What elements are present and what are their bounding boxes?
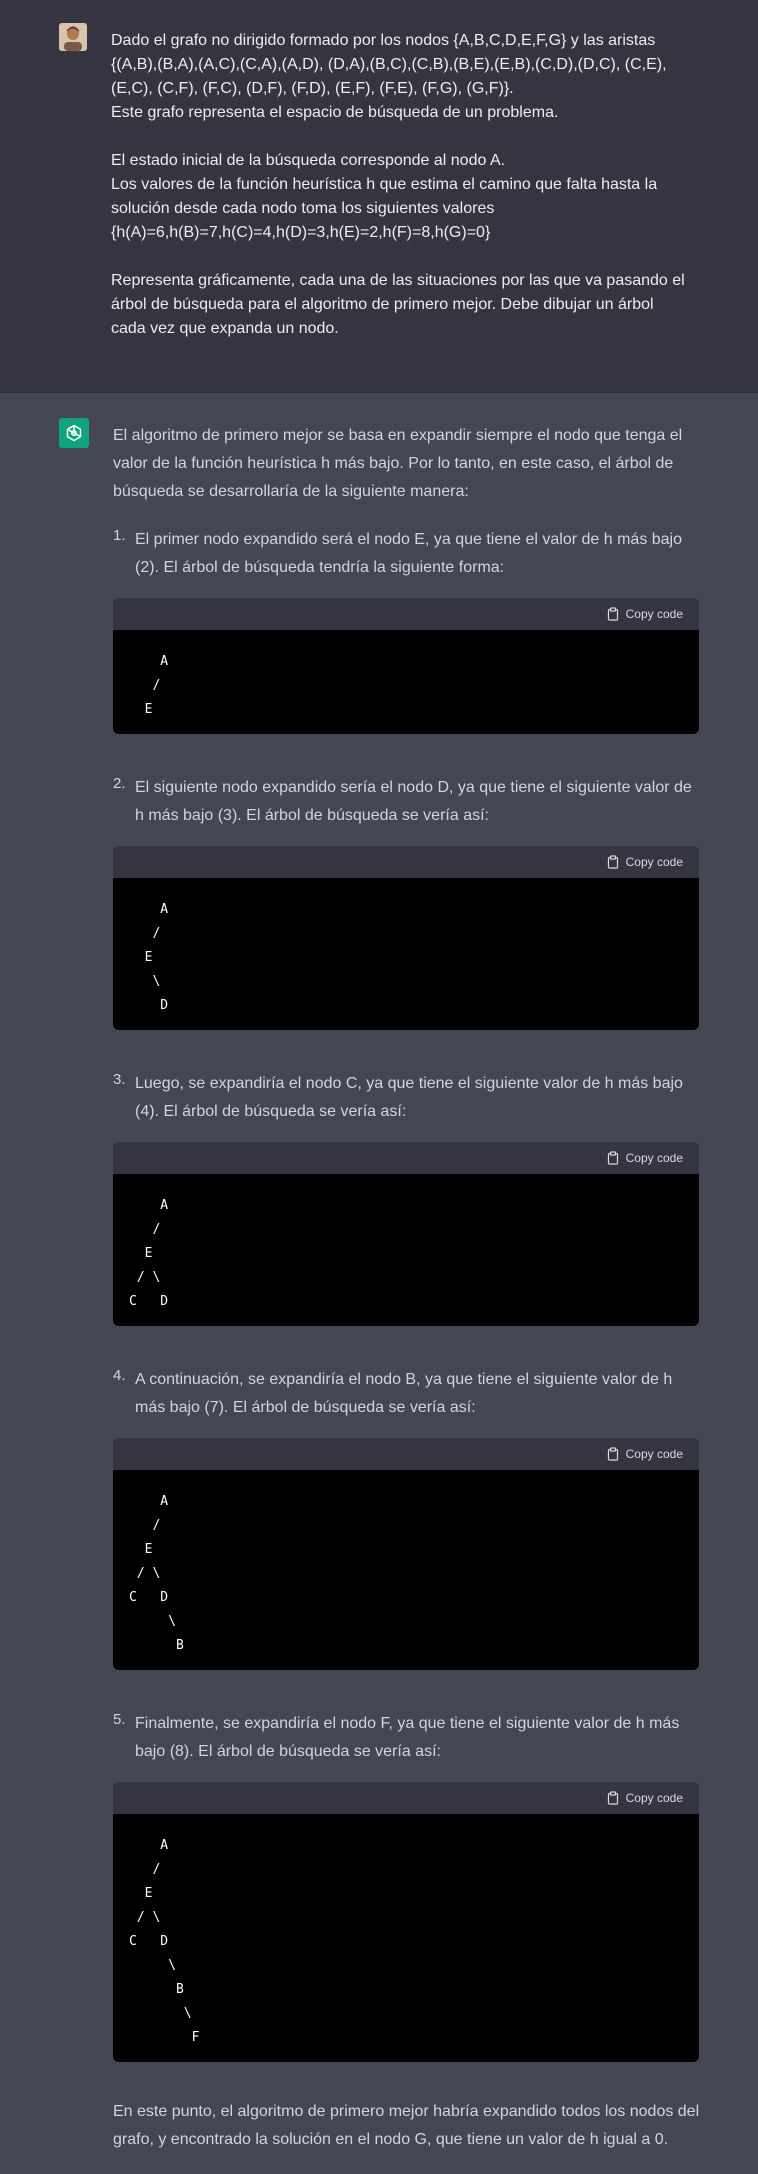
step-number: 1.	[113, 527, 126, 544]
clipboard-icon	[606, 1151, 620, 1165]
clipboard-icon	[606, 607, 620, 621]
user-avatar	[59, 23, 87, 51]
copy-code-button[interactable]: Copy code	[606, 848, 683, 876]
code-header: Copy code	[113, 1142, 699, 1174]
code-block: Copy code A / E / \ C D	[113, 1142, 699, 1326]
step-text: El siguiente nodo expandido sería el nod…	[135, 779, 692, 824]
step-item: 3. Luego, se expandiría el nodo C, ya qu…	[113, 1070, 700, 1326]
copy-code-label: Copy code	[625, 1151, 683, 1165]
assistant-message-text: El algoritmo de primero mejor se basa en…	[113, 422, 700, 2154]
chatgpt-logo-icon	[59, 418, 89, 448]
step-item: 2. El siguiente nodo expandido sería el …	[113, 774, 700, 1030]
copy-code-button[interactable]: Copy code	[606, 1144, 683, 1172]
copy-code-button[interactable]: Copy code	[606, 1440, 683, 1468]
step-number: 5.	[113, 1711, 126, 1728]
code-header: Copy code	[113, 846, 699, 878]
copy-code-label: Copy code	[625, 607, 683, 621]
user-photo-icon	[59, 23, 87, 51]
assistant-intro: El algoritmo de primero mejor se basa en…	[113, 427, 683, 500]
step-number: 4.	[113, 1367, 126, 1384]
clipboard-icon	[606, 855, 620, 869]
code-block: Copy code A / E / \ C D \ B \ F	[113, 1782, 699, 2062]
step-text: A continuación, se expandiría el nodo B,…	[135, 1371, 673, 1416]
step-item: 1. El primer nodo expandido será el nodo…	[113, 526, 700, 734]
step-item: 4. A continuación, se expandiría el nodo…	[113, 1366, 700, 1670]
copy-code-label: Copy code	[625, 1447, 683, 1461]
code-header: Copy code	[113, 1438, 699, 1470]
copy-code-label: Copy code	[625, 855, 683, 869]
code-block: Copy code A / E	[113, 598, 699, 734]
code-content: A / E / \ C D \ B \ F	[129, 1838, 200, 2045]
code-block: Copy code A / E / \ C D \ B	[113, 1438, 699, 1670]
code-header: Copy code	[113, 1782, 699, 1814]
code-block: Copy code A / E \ D	[113, 846, 699, 1030]
copy-code-button[interactable]: Copy code	[606, 1784, 683, 1812]
code-content: A / E \ D	[144, 902, 169, 1013]
user-paragraph: Representa gráficamente, cada una de las…	[111, 272, 685, 337]
step-text: El primer nodo expandido será el nodo E,…	[135, 531, 683, 576]
user-paragraph: Dado el grafo no dirigido formado por lo…	[111, 32, 667, 121]
copy-code-button[interactable]: Copy code	[606, 600, 683, 628]
step-number: 3.	[113, 1071, 126, 1088]
clipboard-icon	[606, 1447, 620, 1461]
step-text: Luego, se expandiría el nodo C, ya que t…	[135, 1075, 683, 1120]
user-paragraph: El estado inicial de la búsqueda corresp…	[111, 152, 658, 241]
assistant-conclusion: En este punto, el algoritmo de primero m…	[113, 2103, 700, 2148]
code-content: A / E / \ C D \ B	[129, 1494, 184, 1653]
code-content: A / E / \ C D	[129, 1198, 169, 1309]
step-number: 2.	[113, 775, 126, 792]
copy-code-label: Copy code	[625, 1791, 683, 1805]
code-header: Copy code	[113, 598, 699, 630]
step-item: 5. Finalmente, se expandiría el nodo F, …	[113, 1710, 700, 2062]
clipboard-icon	[606, 1791, 620, 1805]
user-message-text: Dado el grafo no dirigido formado por lo…	[111, 29, 701, 341]
code-content: A / E	[144, 654, 169, 717]
user-message: Dado el grafo no dirigido formado por lo…	[0, 0, 758, 393]
step-text: Finalmente, se expandiría el nodo F, ya …	[135, 1715, 680, 1760]
